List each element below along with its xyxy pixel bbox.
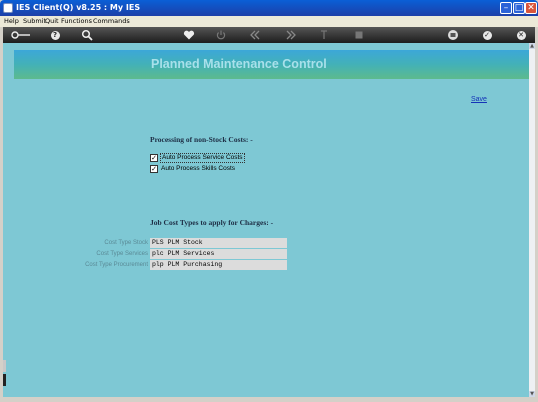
page-title: Planned Maintenance Control [151,57,327,71]
close-window-button[interactable]: ✕ [525,2,537,14]
power-icon[interactable] [215,29,227,41]
menu-functions[interactable]: Functions [61,16,92,27]
app-icon [3,3,13,13]
scroll-up-arrow[interactable]: ▲ [529,43,535,49]
stop-icon[interactable] [353,29,365,41]
menu-bar: Help Submit Quit Functions Commands [0,16,538,27]
cost-type-services-field[interactable]: plc PLM Services [150,249,287,259]
menu-submit[interactable]: Submit [23,16,46,27]
menu-help[interactable]: Help [4,16,19,27]
heart-icon[interactable] [183,29,195,41]
close-icon[interactable]: ✕ [515,29,527,41]
menu-quit[interactable]: Quit [45,16,59,27]
cost-type-stock-field[interactable]: PLS PLM Stock [150,238,287,248]
help-icon[interactable]: ? [49,29,61,41]
skills-costs-label: Auto Process Skills Costs [161,165,236,172]
main-content: Planned Maintenance Control Save Process… [3,43,532,397]
toolbar: ? ✓ ✕ [3,27,535,43]
minimize-button[interactable]: – [500,2,512,14]
print-icon[interactable] [447,29,459,41]
left-edge-marker-dark [3,374,6,386]
title-bar: IES Client(Q) v8.25 : My IES – □ ✕ [0,0,538,16]
service-costs-checkbox[interactable]: ✓ [150,154,158,162]
service-costs-label[interactable]: Auto Process Service Costs [160,153,245,163]
window-title: IES Client(Q) v8.25 : My IES [16,3,141,12]
key-icon[interactable] [11,29,31,41]
section-heading-non-stock-costs: Processing of non-Stock Costs: - [150,135,253,144]
cost-type-stock-label: Cost Type Stock [104,240,148,246]
skills-costs-checkbox[interactable]: ✓ [150,165,158,173]
fast-forward-icon[interactable] [285,29,297,41]
scroll-down-arrow[interactable]: ▼ [529,391,535,397]
save-link[interactable]: Save [471,96,487,103]
check-icon[interactable]: ✓ [481,29,493,41]
text-cursor-icon[interactable] [318,29,330,41]
section-heading-job-cost-types: Job Cost Types to apply for Charges: - [150,218,274,227]
rewind-icon[interactable] [249,29,261,41]
vertical-scrollbar[interactable]: ▲ ▼ [529,43,535,397]
header-band: Planned Maintenance Control [14,50,532,79]
cost-type-procurement-label: Cost Type Procurement [85,262,148,268]
menu-commands[interactable]: Commands [93,16,130,27]
cost-type-procurement-field[interactable]: plp PLM Purchasing [150,260,287,270]
maximize-button[interactable]: □ [513,2,525,14]
search-icon[interactable] [81,29,93,41]
cost-type-services-label: Cost Type Services [96,251,148,257]
left-edge-marker [3,360,6,372]
